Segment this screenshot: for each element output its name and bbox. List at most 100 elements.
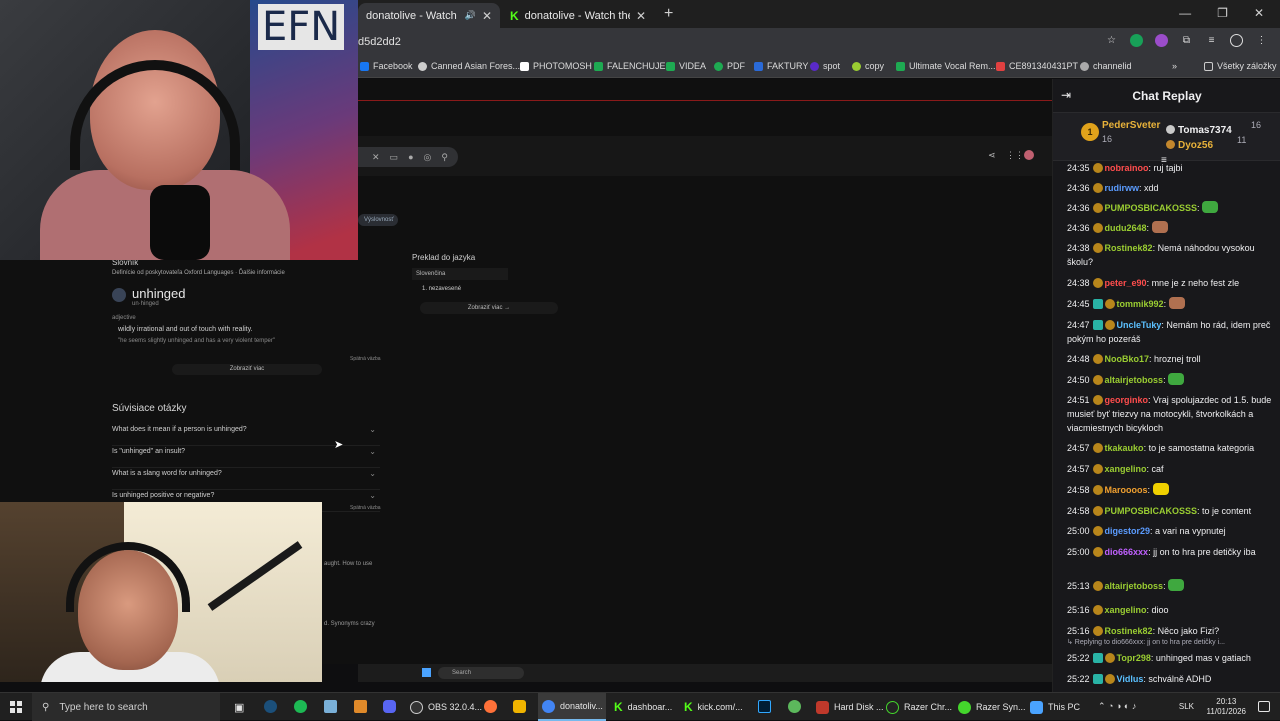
bookmark-ce[interactable]: CE891340431PT [996, 61, 1078, 71]
chat-username[interactable]: dio666xxx [1105, 547, 1149, 557]
bookmark-copy[interactable]: copy [852, 61, 884, 71]
keyboard-icon[interactable]: ▭ [390, 152, 399, 163]
chat-username[interactable]: Rostinek82 [1105, 626, 1153, 636]
bookmark-spot[interactable]: spot [810, 61, 840, 71]
taskbar-app-obs[interactable]: OBS 32.0.4... [410, 693, 482, 721]
leader-third[interactable]: Dyoz56 [1166, 135, 1213, 153]
profile-icon[interactable] [1230, 34, 1243, 47]
address-input[interactable]: d5d2dd2 [358, 36, 401, 48]
bookmark-channelid[interactable]: channelid [1080, 61, 1132, 71]
firefox-icon[interactable] [484, 700, 497, 713]
chat-username[interactable]: xangelino [1105, 605, 1147, 615]
chat-text: : schválně ADHD [1143, 674, 1212, 684]
chat-username[interactable]: Maroooos [1105, 485, 1148, 495]
discord-icon[interactable] [383, 700, 396, 713]
task-view-icon[interactable]: ▣ [234, 701, 244, 714]
mic-icon[interactable]: ● [408, 152, 413, 162]
taskbar-app-kick2[interactable]: Kkick.com/... [684, 693, 743, 721]
speaker-icon[interactable] [112, 288, 126, 302]
maximize-button[interactable]: ❐ [1217, 6, 1228, 20]
extension-icon[interactable] [1130, 34, 1143, 47]
chat-username[interactable]: rudirww [1105, 183, 1140, 193]
chat-username[interactable]: altairjetoboss [1105, 581, 1164, 591]
bookmark-falenchuje[interactable]: FALENCHUJE [594, 61, 666, 71]
chat-username[interactable]: Vidlus [1117, 674, 1144, 684]
search-icon[interactable]: ⚲ [441, 152, 448, 163]
bookmark-pdf[interactable]: PDF [714, 61, 745, 71]
bookmark-canned[interactable]: Canned Asian Fores... [418, 61, 520, 71]
chat-username[interactable]: tkakauko [1105, 443, 1144, 453]
app-icon[interactable] [354, 700, 367, 713]
menu-icon[interactable]: ⋮ [1255, 34, 1268, 47]
chat-username[interactable]: nobrainoo [1105, 163, 1149, 173]
all-bookmarks[interactable]: Všetky záložky [1204, 61, 1277, 71]
chat-username[interactable]: Rostinek82 [1105, 243, 1153, 253]
tab-label: donatolive - Watch the VOD [366, 9, 459, 22]
media-icon[interactable]: ≡ [1205, 34, 1218, 47]
chat-username[interactable]: NooBko17 [1105, 354, 1150, 364]
inner-search-box[interactable]: ✕ ▭ ● ◎ ⚲ [358, 147, 458, 167]
feedback-link[interactable]: Spätná väzba [350, 505, 381, 511]
avatar[interactable] [1024, 150, 1034, 160]
taskbar-app-razer-synapse[interactable]: Razer Syn... [958, 693, 1026, 721]
star-icon[interactable]: ☆ [1105, 34, 1118, 47]
taskbar-app-kick[interactable]: Kdashboar... [614, 693, 672, 721]
tab-vod[interactable]: K donatolive - Watch the VOD on ✕ [502, 3, 654, 28]
bookmark-videa[interactable]: VIDEA [666, 61, 706, 71]
close-tab-icon[interactable]: ✕ [482, 9, 492, 23]
chat-username[interactable]: peter_e90 [1105, 278, 1147, 288]
extension-icon[interactable] [1155, 34, 1168, 47]
taskbar-app-hdd[interactable]: Hard Disk ... [816, 693, 884, 721]
chat-username[interactable]: Topr298 [1117, 653, 1151, 663]
close-window-button[interactable]: ✕ [1254, 6, 1264, 20]
translate-language-select[interactable]: Slovenčina [412, 268, 508, 280]
bookmark-photomosh[interactable]: PHOTOMOSH [520, 61, 592, 71]
show-more-button[interactable]: Zobraziť viac [172, 364, 322, 375]
more-bookmarks-icon[interactable]: » [1172, 61, 1177, 71]
emote-icon [1202, 201, 1219, 213]
tray-icons[interactable]: ⌃ ◔ ◑ ◐ ♪ [1098, 701, 1136, 712]
taskbar-app-this-pc[interactable]: This PC [1030, 693, 1080, 721]
chat-username[interactable]: tommik992 [1117, 299, 1164, 309]
minimize-button[interactable]: — [1179, 6, 1191, 20]
tab-vod-active[interactable]: donatolive - Watch the VOD 🔊 ✕ [358, 3, 500, 28]
clear-icon[interactable]: ✕ [372, 152, 380, 163]
app-icon[interactable] [788, 700, 801, 713]
lens-icon[interactable]: ◎ [424, 152, 432, 163]
taskbar-app-razer-chroma[interactable]: Razer Chr... [886, 693, 952, 721]
spotify-icon[interactable] [294, 700, 307, 713]
new-tab-button[interactable]: + [664, 5, 673, 23]
share-icon[interactable]: ⋖ [988, 150, 996, 161]
bookmark-faktury[interactable]: FAKTURY [754, 61, 808, 71]
app-icon[interactable] [324, 700, 337, 713]
app-icon[interactable] [513, 700, 526, 713]
bookmark-vocal[interactable]: Ultimate Vocal Rem... [896, 61, 996, 71]
pronunciation-chip[interactable]: Výslovnosť [358, 214, 398, 226]
notification-icon[interactable] [1258, 701, 1270, 712]
language-indicator[interactable]: SLK [1179, 702, 1194, 711]
rank-badge: 1 [1081, 123, 1099, 141]
steam-icon[interactable] [264, 700, 277, 713]
translate-more-button[interactable]: Zobraziť viac → [420, 302, 558, 314]
apps-icon[interactable]: ⋮⋮ [1006, 150, 1024, 161]
clock[interactable]: 20:13 11/01/2026 [1207, 697, 1246, 717]
chat-username[interactable]: dudu2648 [1105, 223, 1147, 233]
feedback-link[interactable]: Spätná väzba [350, 356, 381, 362]
chat-username[interactable]: xangelino [1105, 464, 1147, 474]
taskbar-search[interactable]: ⚲ Type here to search [32, 693, 220, 721]
bookmark-facebook[interactable]: Facebook [360, 61, 413, 71]
start-button[interactable] [10, 701, 22, 713]
close-tab-icon[interactable]: ✕ [636, 9, 646, 23]
chat-username[interactable]: altairjetoboss [1105, 375, 1164, 385]
taskbar-app-chrome[interactable]: donatoliv... [538, 693, 606, 721]
photoshop-icon[interactable] [758, 700, 771, 713]
speaker-icon[interactable]: 🔊 [465, 10, 476, 21]
chat-username[interactable]: PUMPOSBICAKOSSS [1105, 203, 1198, 213]
leader-first-name[interactable]: PederSveter [1102, 120, 1160, 131]
chat-username[interactable]: digestor29 [1105, 526, 1151, 536]
chat-username[interactable]: PUMPOSBICAKOSSS [1105, 506, 1198, 516]
puzzle-icon[interactable]: ⧉ [1180, 34, 1193, 47]
related-question[interactable]: What is a slang word for unhinged? ⌄ [112, 468, 380, 490]
chat-username[interactable]: georginko [1105, 395, 1149, 405]
chat-username[interactable]: UncleTuky [1117, 320, 1162, 330]
